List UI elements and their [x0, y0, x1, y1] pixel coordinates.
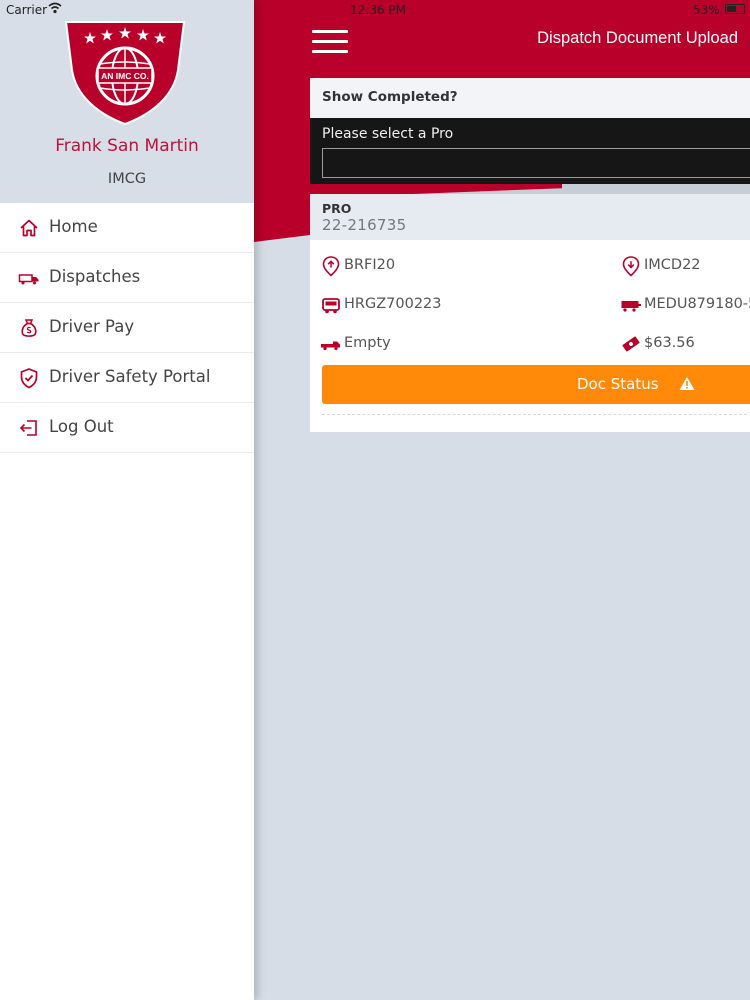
- logout-icon: [19, 420, 37, 436]
- load-status-value: Empty: [344, 335, 391, 351]
- menu-item-label: Log Out: [49, 417, 114, 436]
- battery-percent: 53%: [693, 3, 720, 17]
- warning-icon: [679, 377, 695, 390]
- pro-number: 22-216735: [322, 216, 407, 234]
- origin-value: BRFI20: [344, 257, 396, 273]
- truck-icon: [321, 341, 340, 351]
- pro-select-label: Please select a Pro: [322, 126, 454, 142]
- container-value: MEDU879180-5: [644, 296, 750, 312]
- doc-status-label: Doc Status: [577, 375, 659, 393]
- pro-select-input[interactable]: [322, 148, 750, 178]
- menu-item-label: Dispatches: [49, 267, 141, 286]
- menu-item-label: Driver Safety Portal: [49, 367, 211, 386]
- shield-check-icon: [20, 368, 38, 389]
- pro-selector: Please select a Pro: [310, 118, 750, 184]
- company-shield-logo: AN IMC CO.: [64, 21, 186, 126]
- menu-item-driver-safety-portal[interactable]: Driver Safety Portal: [0, 353, 254, 403]
- doc-status-button[interactable]: Doc Status: [322, 365, 750, 404]
- menu-item-label: Driver Pay: [49, 317, 135, 336]
- money-icon: [622, 336, 640, 352]
- card-divider: [322, 414, 750, 415]
- status-bar: Carrier 12:36 PM 53%: [0, 0, 750, 20]
- menu-item-log-out[interactable]: Log Out: [0, 403, 254, 453]
- main-panel: Dispatch Document Upload Show Completed?…: [254, 0, 750, 1000]
- pro-label: PRO: [322, 201, 352, 216]
- money-bag-icon: [21, 319, 37, 337]
- menu-item-dispatches[interactable]: Dispatches: [0, 253, 254, 303]
- show-completed-toggle[interactable]: Show Completed?: [310, 78, 750, 118]
- profile-header: AN IMC CO. Frank San Martin IMCG: [0, 0, 254, 203]
- battery-icon: [725, 4, 745, 14]
- menu-item-driver-pay[interactable]: Driver Pay: [0, 303, 254, 353]
- chassis-value: HRGZ700223: [344, 296, 442, 312]
- destination-pin-icon: [622, 256, 640, 277]
- menu-item-home[interactable]: Home: [0, 203, 254, 253]
- carrier-label: Carrier: [6, 3, 48, 17]
- menu-hamburger-icon[interactable]: [312, 30, 348, 54]
- wifi-icon: [48, 2, 62, 14]
- pay-value: $63.56: [644, 335, 695, 351]
- logo-text: AN IMC CO.: [101, 71, 149, 81]
- menu-item-label: Home: [49, 217, 98, 236]
- driver-name: Frank San Martin: [55, 136, 199, 156]
- origin-pin-icon: [322, 256, 340, 277]
- dispatch-card: Show Completed? Please select a Pro PRO …: [310, 78, 750, 432]
- page-title: Dispatch Document Upload: [537, 29, 738, 47]
- truck-icon: [18, 274, 39, 285]
- clock-time: 12:36 PM: [350, 3, 406, 17]
- company-name: IMCG: [107, 171, 147, 187]
- destination-value: IMCD22: [644, 257, 701, 273]
- home-icon: [20, 219, 38, 237]
- bus-icon: [322, 298, 340, 314]
- pro-header[interactable]: PRO 22-216735: [310, 194, 750, 240]
- side-menu: AN IMC CO. Frank San Martin IMCG Home Di…: [0, 0, 254, 1000]
- trailer-icon: [621, 301, 641, 312]
